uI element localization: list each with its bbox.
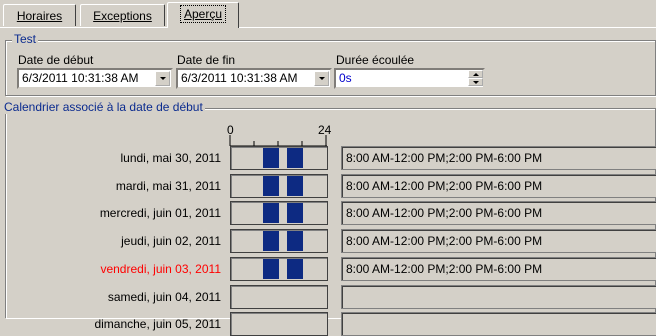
day-hours-bar [230,257,328,281]
day-hours-bar [230,285,328,309]
start-date-value: 6/3/2011 10:31:38 AM [22,71,139,85]
day-schedule-field: 8:00 AM-12:00 PM;2:00 PM-6:00 PM [341,146,656,170]
elapsed-stepper[interactable]: 0s [334,68,485,89]
elapsed-label: Durée écoulée [336,53,415,67]
tab-horaires-label: Horaires [16,9,63,23]
work-hours-segment [263,148,279,168]
day-hours-bar [230,201,328,225]
end-date-picker[interactable]: 6/3/2011 10:31:38 AM [176,68,332,89]
day-label: vendredi, juin 03, 2011 [100,262,221,276]
work-hours-segment [263,176,279,196]
tab-apercu-label: Aperçu [179,5,227,23]
start-date-label: Date de début [18,53,94,67]
day-hours-bar [230,229,328,253]
arrow-up-icon [472,72,479,76]
end-date-dropdown-button[interactable] [314,71,329,86]
day-hours-bar [230,174,328,198]
tab-strip: Horaires Exceptions Aperçu [0,0,656,30]
work-hours-segment [263,231,279,251]
chevron-down-icon [159,77,166,80]
day-label: mercredi, juin 01, 2011 [99,206,221,220]
work-hours-segment [287,176,303,196]
day-schedule-field: 8:00 AM-12:00 PM;2:00 PM-6:00 PM [341,174,656,198]
day-schedule-field: 8:00 AM-12:00 PM;2:00 PM-6:00 PM [341,257,656,281]
day-label: mardi, mai 31, 2011 [115,179,221,193]
test-legend: Test [12,32,39,46]
work-hours-segment [263,259,279,279]
elapsed-value: 0s [339,71,352,85]
day-hours-bar [230,312,328,336]
calendar-legend: Calendrier associé à la date de début [2,100,205,114]
start-date-picker[interactable]: 6/3/2011 10:31:38 AM [17,68,173,89]
end-date-label: Date de fin [177,53,236,67]
day-schedule-field [341,312,656,336]
day-label: jeudi, juin 02, 2011 [121,234,221,248]
arrow-down-icon [472,80,479,84]
day-label: samedi, juin 04, 2011 [107,290,221,304]
day-label: lundi, mai 30, 2011 [120,151,221,165]
tab-exceptions[interactable]: Exceptions [80,4,165,26]
elapsed-spin-buttons [468,70,483,87]
tab-horaires[interactable]: Horaires [3,4,76,26]
start-date-dropdown-button[interactable] [155,71,170,86]
day-hours-bar [230,146,328,170]
end-date-value: 6/3/2011 10:31:38 AM [181,71,298,85]
chevron-down-icon [318,77,325,80]
tab-exceptions-label: Exceptions [93,9,152,23]
day-schedule-field [341,285,656,309]
work-hours-segment [287,259,303,279]
day-schedule-field: 8:00 AM-12:00 PM;2:00 PM-6:00 PM [341,229,656,253]
tab-apercu[interactable]: Aperçu [167,2,239,28]
work-hours-segment [263,203,279,223]
tab-divider [0,27,656,28]
work-hours-segment [287,148,303,168]
day-schedule-field: 8:00 AM-12:00 PM;2:00 PM-6:00 PM [341,201,656,225]
day-label: dimanche, juin 05, 2011 [94,317,221,331]
work-hours-segment [287,203,303,223]
spin-up-button[interactable] [468,70,483,78]
work-hours-segment [287,231,303,251]
spin-down-button[interactable] [468,78,483,86]
